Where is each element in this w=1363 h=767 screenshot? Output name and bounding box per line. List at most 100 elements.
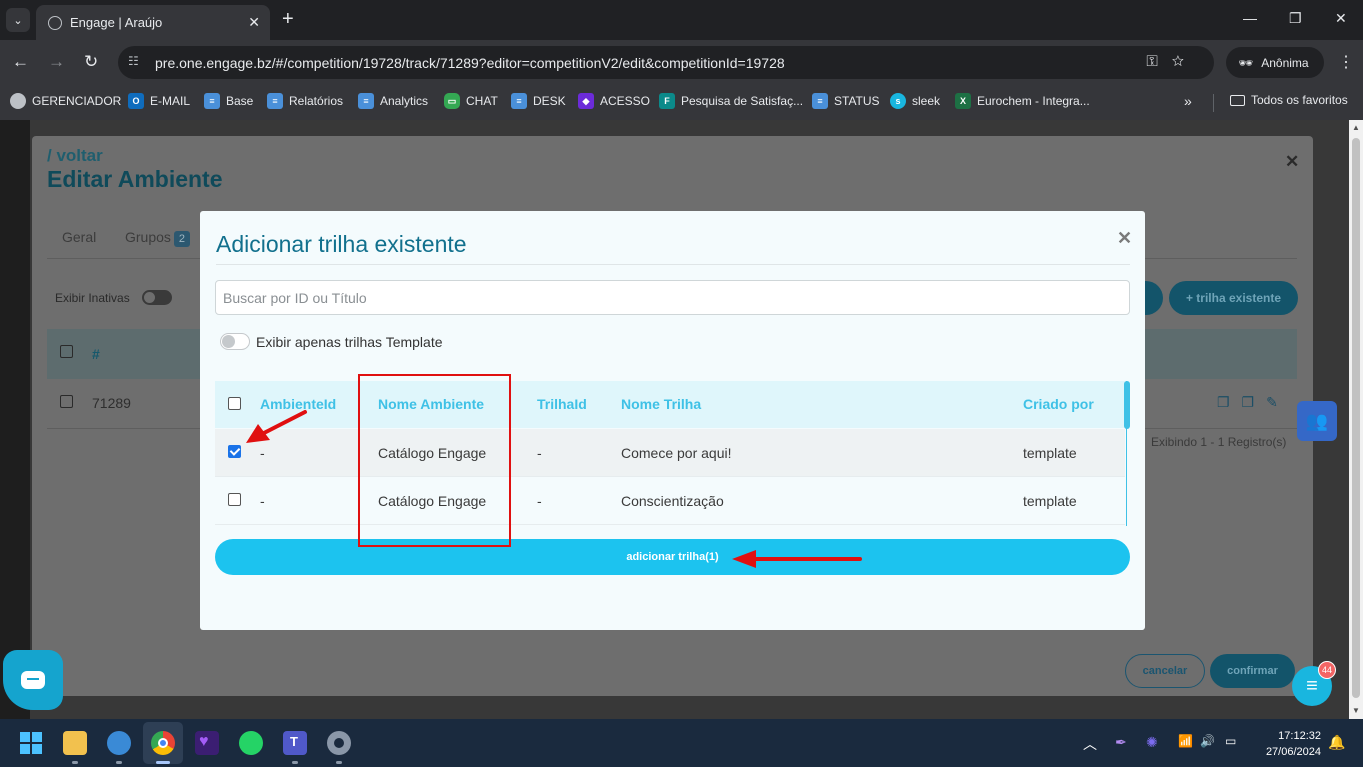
confirm-button[interactable]: confirmar <box>1210 654 1295 688</box>
column-criado-por[interactable]: Criado por <box>1023 396 1094 412</box>
support-badge: 44 <box>1318 661 1336 679</box>
sleek-icon: s <box>890 93 906 109</box>
settings-gear-icon[interactable] <box>327 731 351 755</box>
address-bar[interactable]: ☷ pre.one.engage.bz/#/competition/19728/… <box>118 46 1214 79</box>
page-scroll-thumb[interactable] <box>1352 138 1360 698</box>
add-existing-track-modal: Adicionar trilha existente ✕ Exibir apen… <box>200 211 1145 630</box>
taskbar-dot <box>72 761 78 764</box>
bookmarks-separator <box>1213 94 1214 112</box>
scroll-down-icon[interactable]: ▼ <box>1352 706 1360 715</box>
back-icon[interactable]: ← <box>12 52 29 72</box>
teams-icon[interactable]: T <box>283 731 307 755</box>
reload-icon[interactable]: ↻ <box>84 52 98 72</box>
cancel-button[interactable]: cancelar <box>1125 654 1205 688</box>
volume-icon[interactable]: 🔊 <box>1200 734 1215 748</box>
all-bookmarks[interactable]: Todos os favoritos <box>1230 93 1348 107</box>
clock-date: 27/06/2024 <box>1265 746 1321 758</box>
restore-icon[interactable]: ❐ <box>1289 10 1302 27</box>
cell-trilha-id: - <box>537 493 542 509</box>
table-scrollbar[interactable] <box>1124 381 1130 526</box>
bookmark-analytics[interactable]: ≡ Analytics <box>358 93 428 109</box>
outlook-icon: O <box>128 93 144 109</box>
system-clock[interactable]: 17:12:32 27/06/2024 <box>1255 728 1321 760</box>
windows-taskbar: ♥ T ︿ ✒ ✺ 📶 🔊 ▭ 17:12:32 27/06/2024 🔔 <box>0 719 1363 767</box>
bookmark-email[interactable]: O E-MAIL <box>128 93 190 109</box>
column-ambiente-id[interactable]: AmbienteId <box>260 396 336 412</box>
windows-start-icon[interactable] <box>19 731 43 755</box>
wifi-icon[interactable]: 📶 <box>1178 734 1193 748</box>
bookmark-status[interactable]: ≡ STATUS <box>812 93 880 109</box>
page-scrollbar[interactable]: ▲ ▼ <box>1349 120 1363 719</box>
forms-icon: F <box>659 93 675 109</box>
gear-tray-icon[interactable]: ✺ <box>1146 734 1158 751</box>
back-link[interactable]: / voltar <box>47 146 103 166</box>
row-checkbox[interactable] <box>60 395 73 408</box>
bookmark-chat[interactable]: ▭ CHAT <box>444 93 498 109</box>
bookmark-eurochem[interactable]: X Eurochem - Integra... <box>955 93 1090 109</box>
table-row[interactable]: - Catálogo Engage - Conscientização temp… <box>215 477 1125 525</box>
scroll-thumb[interactable] <box>1124 381 1130 429</box>
zendesk-icon: ≡ <box>812 93 828 109</box>
browser-tab[interactable]: Engage | Araújo ✕ <box>36 5 270 40</box>
column-nome-trilha[interactable]: Nome Trilha <box>621 396 701 412</box>
row-id: 71289 <box>92 395 131 411</box>
file-explorer-icon[interactable] <box>63 731 87 755</box>
select-all-checkbox[interactable] <box>228 397 241 410</box>
bookmark-gerenciador[interactable]: GERENCIADOR <box>10 93 121 109</box>
search-input[interactable] <box>215 280 1130 315</box>
notification-bell-icon[interactable]: 🔔 <box>1328 734 1345 751</box>
chat-icon: ▭ <box>444 93 460 109</box>
menu-kebab-icon[interactable]: ⋮ <box>1338 52 1354 72</box>
new-tab-icon[interactable]: + <box>282 9 294 29</box>
column-trilha-id[interactable]: TrilhaId <box>537 396 587 412</box>
tab-geral[interactable]: Geral <box>62 229 96 245</box>
template-toggle-row[interactable]: Exibir apenas trilhas Template <box>220 333 443 350</box>
globe-icon <box>48 15 62 30</box>
bookmark-acesso[interactable]: ◆ ACESSO <box>578 93 650 109</box>
row-checkbox-checked[interactable] <box>228 445 241 458</box>
minimize-icon[interactable]: — <box>1243 10 1257 26</box>
add-track-button[interactable]: adicionar trilha(1) <box>215 539 1130 575</box>
browser-tab-bar: ⌄ Engage | Araújo ✕ + — ❐ ✕ <box>0 0 1363 40</box>
chat-widget-button[interactable] <box>3 650 63 710</box>
scroll-up-icon[interactable]: ▲ <box>1352 123 1360 132</box>
row-checkbox[interactable] <box>228 493 241 506</box>
bookmark-pesquisa[interactable]: F Pesquisa de Satisfaç... <box>659 93 803 109</box>
whatsapp-icon[interactable] <box>239 731 263 755</box>
close-tab-icon[interactable]: ✕ <box>248 14 260 31</box>
taskbar-dot <box>292 761 298 764</box>
bookmark-base[interactable]: ≡ Base <box>204 93 253 109</box>
key-star-icons[interactable]: ⚿☆ <box>1146 53 1198 70</box>
close-icon[interactable]: ✕ <box>1285 152 1299 172</box>
bookmark-desk[interactable]: ≡ DESK <box>511 93 566 109</box>
heart-app-icon[interactable]: ♥ <box>195 731 219 755</box>
add-existing-track-button[interactable]: + trilha existente <box>1169 281 1298 315</box>
battery-icon[interactable]: ▭ <box>1225 734 1236 748</box>
show-inactive-toggle-row[interactable]: Exibir Inativas <box>55 290 172 305</box>
clock-time: 17:12:32 <box>1278 730 1321 742</box>
show-inactive-toggle[interactable] <box>141 290 172 305</box>
chrome-icon[interactable] <box>151 731 175 755</box>
table-row[interactable]: - Catálogo Engage - Comece por aqui! tem… <box>215 429 1125 477</box>
zendesk-icon: ≡ <box>204 93 220 109</box>
tray-overflow-icon[interactable]: ︿ <box>1083 734 1097 754</box>
window-close-icon[interactable]: ✕ <box>1335 10 1347 27</box>
modal-close-icon[interactable]: ✕ <box>1117 228 1132 249</box>
maps-app-icon[interactable] <box>107 731 131 755</box>
row-action-icons[interactable]: ❐❐✎ <box>1217 394 1290 411</box>
gear-globe-icon <box>10 93 26 109</box>
bookmark-sleek[interactable]: s sleek <box>890 93 940 109</box>
incognito-button[interactable]: 🕶 Anônima <box>1226 47 1324 78</box>
cell-trilha-id: - <box>537 445 542 461</box>
feather-app-icon[interactable]: ✒ <box>1115 734 1127 751</box>
tab-search-icon[interactable]: ⌄ <box>6 8 30 32</box>
template-only-toggle[interactable] <box>220 333 250 350</box>
assistant-avatar[interactable]: 👥 <box>1297 401 1337 441</box>
forward-icon[interactable]: → <box>48 52 65 72</box>
more-bookmarks-icon[interactable]: » <box>1184 93 1192 109</box>
tab-grupos[interactable]: Grupos 2 <box>125 229 191 247</box>
bookmark-relatorios[interactable]: ≡ Relatórios <box>267 93 343 109</box>
select-all-checkbox[interactable] <box>60 345 73 358</box>
site-info-icon[interactable]: ☷ <box>128 54 144 70</box>
paging-text: Exibindo 1 - 1 Registro(s) <box>1151 435 1287 449</box>
